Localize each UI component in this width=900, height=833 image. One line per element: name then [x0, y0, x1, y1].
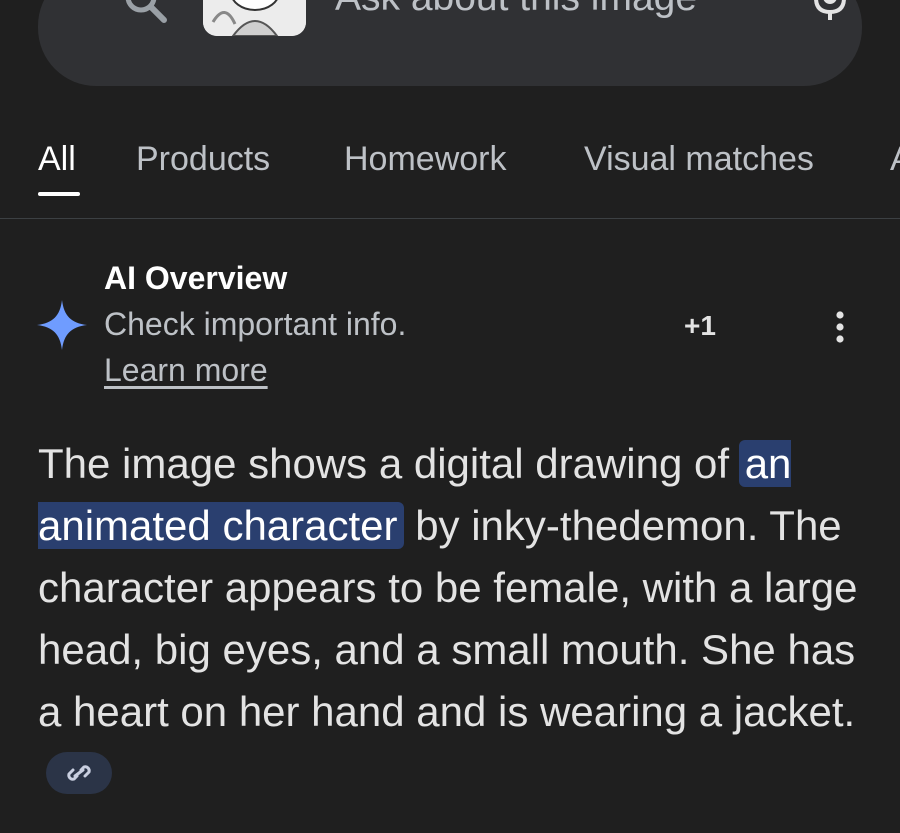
image-thumbnail[interactable] — [203, 0, 306, 36]
sparkle-icon — [37, 300, 87, 350]
mic-icon[interactable] — [810, 0, 850, 22]
source-count[interactable]: +1 — [684, 310, 716, 342]
active-tab-indicator — [38, 192, 80, 196]
more-vert-icon[interactable] — [826, 310, 854, 344]
search-bar[interactable]: Ask about this image — [38, 0, 862, 86]
tab-partial[interactable]: A — [890, 140, 900, 179]
tab-visual-matches[interactable]: Visual matches — [584, 140, 814, 179]
ai-answer-text: The image shows a digital drawing of an … — [38, 433, 868, 805]
answer-text-start: The image shows a digital drawing of — [38, 440, 741, 487]
ai-overview-title: AI Overview — [104, 260, 288, 296]
search-input[interactable]: Ask about this image — [335, 0, 697, 20]
tab-bar: All Products Homework Visual matches A — [0, 140, 900, 200]
ai-overview-subtitle: Check important info. — [104, 306, 407, 342]
link-icon — [67, 765, 91, 781]
tab-products[interactable]: Products — [136, 140, 270, 179]
citation-link-button[interactable] — [46, 751, 112, 794]
tab-all[interactable]: All — [38, 140, 76, 179]
search-icon[interactable] — [122, 0, 170, 26]
learn-more-link[interactable]: Learn more — [104, 352, 268, 389]
tab-homework[interactable]: Homework — [344, 140, 506, 179]
divider — [0, 218, 900, 219]
